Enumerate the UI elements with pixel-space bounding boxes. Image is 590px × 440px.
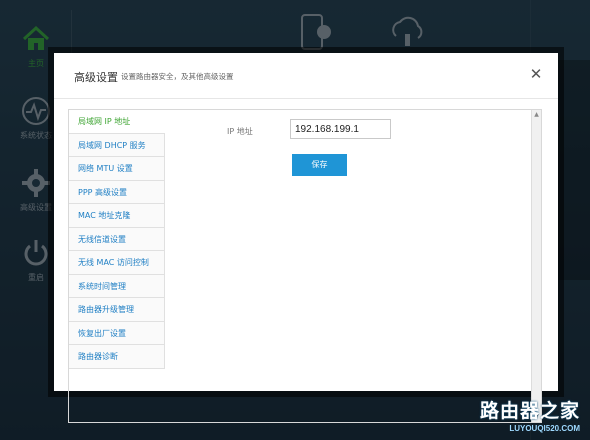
menu-item-wireless-channel[interactable]: 无线信道设置: [69, 227, 165, 251]
panel-scrollbar[interactable]: ▲ ▼: [531, 110, 541, 422]
menu-item-system-time[interactable]: 系统时间管理: [69, 274, 165, 298]
menu-item-factory-reset[interactable]: 恢复出厂设置: [69, 321, 165, 345]
dialog-title: 高级设置: [74, 71, 118, 84]
menu-item-ppp[interactable]: PPP 高级设置: [69, 180, 165, 204]
menu-item-diagnostics[interactable]: 路由器诊断: [69, 345, 165, 369]
menu-item-lan-ip[interactable]: 局域网 IP 地址: [69, 110, 165, 134]
menu-item-mac-access[interactable]: 无线 MAC 访问控制: [69, 251, 165, 275]
advanced-settings-dialog: 高级设置 设置路由器安全，及其他高级设置 ✕ 局域网 IP 地址 局域网 DHC…: [54, 53, 558, 423]
site-watermark: 路由器之家 LUYOUQI520.COM: [462, 396, 580, 434]
settings-menu: 局域网 IP 地址 局域网 DHCP 服务 网络 MTU 设置 PPP 高级设置…: [69, 110, 165, 422]
save-button[interactable]: 保存: [292, 154, 347, 176]
watermark-url: LUYOUQI520.COM: [509, 424, 580, 433]
scroll-up-icon[interactable]: ▲: [532, 110, 541, 120]
watermark-name: 路由器之家: [479, 400, 580, 422]
close-button[interactable]: ✕: [528, 66, 544, 82]
menu-item-mtu[interactable]: 网络 MTU 设置: [69, 157, 165, 181]
menu-item-mac-clone[interactable]: MAC 地址克隆: [69, 204, 165, 228]
ip-address-label: IP 地址: [227, 127, 253, 136]
dialog-subtitle: 设置路由器安全，及其他高级设置: [121, 72, 234, 81]
menu-item-dhcp[interactable]: 局域网 DHCP 服务: [69, 133, 165, 157]
menu-item-upgrade[interactable]: 路由器升级管理: [69, 298, 165, 322]
ip-address-input[interactable]: [290, 119, 391, 139]
dialog-header: 高级设置 设置路由器安全，及其他高级设置 ✕: [54, 53, 558, 99]
